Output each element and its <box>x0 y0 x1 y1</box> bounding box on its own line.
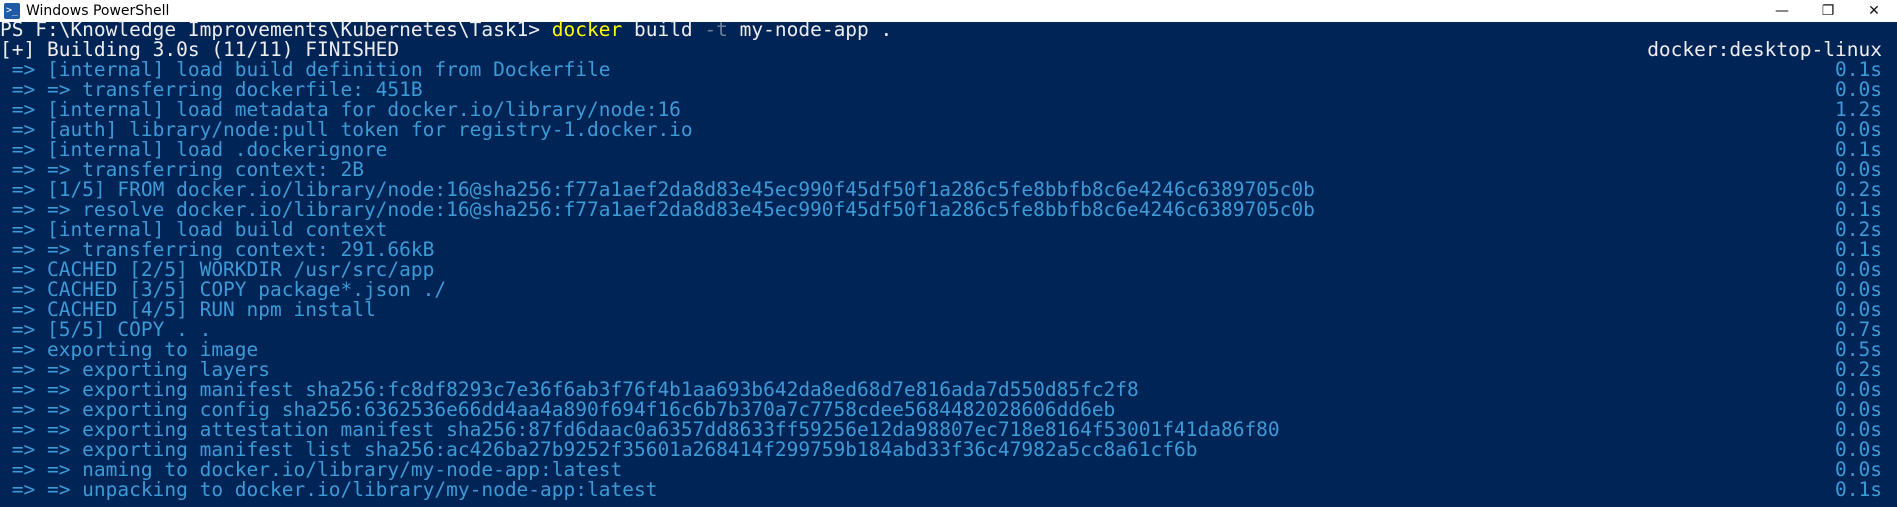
command-arg: my-node-app . <box>727 20 893 41</box>
build-step-time: 0.2s <box>1835 218 1882 241</box>
build-step-time: 0.0s <box>1835 298 1882 321</box>
build-step-time: 0.1s <box>1835 58 1882 81</box>
build-step-line: => [internal] load metadata for docker.i… <box>0 100 1897 120</box>
build-step-line: => [auth] library/node:pull token for re… <box>0 120 1897 140</box>
build-step-line: => CACHED [3/5] COPY package*.json ./0.0… <box>0 280 1897 300</box>
close-button[interactable]: ✕ <box>1851 0 1897 22</box>
prompt-line: PS F:\Knowledge Improvements\Kubernetes\… <box>0 20 1897 40</box>
build-step-time: 0.0s <box>1835 278 1882 301</box>
build-step-line: => CACHED [2/5] WORKDIR /usr/src/app 0.0s <box>0 260 1897 280</box>
build-step-line: => => transferring context: 2B 0.0s <box>0 160 1897 180</box>
build-step-line: => => resolve docker.io/library/node:16@… <box>0 200 1897 220</box>
build-step-time: 1.2s <box>1835 98 1882 121</box>
build-step-time: 0.0s <box>1835 378 1882 401</box>
build-step-line: => [5/5] COPY . . 0.7s <box>0 320 1897 340</box>
powershell-icon: >_ <box>4 3 20 19</box>
build-step-time: 0.0s <box>1835 258 1882 281</box>
build-step-line: => => exporting attestation manifest sha… <box>0 420 1897 440</box>
build-step-time: 0.0s <box>1835 78 1882 101</box>
build-step-time: 0.2s <box>1835 358 1882 381</box>
build-step-line: => => transferring dockerfile: 451B 0.0s <box>0 80 1897 100</box>
terminal-output[interactable]: PS F:\Knowledge Improvements\Kubernetes\… <box>0 20 1897 507</box>
build-step-time: 0.7s <box>1835 318 1882 341</box>
window-title: Windows PowerShell <box>26 3 170 19</box>
build-step-line: => CACHED [4/5] RUN npm install 0.0s <box>0 300 1897 320</box>
build-status-line: [+] Building 3.0s (11/11) FINISHED docker… <box>0 40 1897 60</box>
build-step-time: 0.0s <box>1835 418 1882 441</box>
build-step-line: => exporting to image 0.5s <box>0 340 1897 360</box>
command-name: docker <box>551 20 623 41</box>
build-step-line: => => exporting manifest list sha256:ac4… <box>0 440 1897 460</box>
build-step-line: => => transferring context: 291.66kB 0.1s <box>0 240 1897 260</box>
build-steps: => [internal] load build definition from… <box>0 60 1897 500</box>
build-step-text: => => unpacking to docker.io/library/my-… <box>0 478 658 501</box>
title-bar: >_ Windows PowerShell — ❐ ✕ <box>0 0 1897 22</box>
build-step-line: => => exporting layers 0.2s <box>0 360 1897 380</box>
build-step-line: => [internal] load build context 0.2s <box>0 220 1897 240</box>
maximize-button[interactable]: ❐ <box>1805 0 1851 22</box>
build-step-line: => => naming to docker.io/library/my-nod… <box>0 460 1897 480</box>
minimize-button[interactable]: — <box>1759 0 1805 22</box>
build-step-time: 0.5s <box>1835 338 1882 361</box>
build-step-time: 0.1s <box>1835 478 1882 501</box>
build-step-time: 0.1s <box>1835 138 1882 161</box>
build-step-time: 0.0s <box>1835 118 1882 141</box>
build-step-line: => => exporting manifest sha256:fc8df829… <box>0 380 1897 400</box>
build-step-line: => [1/5] FROM docker.io/library/node:16@… <box>0 180 1897 200</box>
build-step-line: => => exporting config sha256:6362536e66… <box>0 400 1897 420</box>
build-step-time: 0.1s <box>1835 198 1882 221</box>
build-step-time: 0.0s <box>1835 438 1882 461</box>
build-step-time: 0.2s <box>1835 178 1882 201</box>
build-step-time: 0.0s <box>1835 458 1882 481</box>
build-step-time: 0.1s <box>1835 238 1882 261</box>
command-arg: build <box>622 20 705 41</box>
build-step-time: 0.0s <box>1835 158 1882 181</box>
build-step-line: => => unpacking to docker.io/library/my-… <box>0 480 1897 500</box>
build-step-time: 0.0s <box>1835 398 1882 421</box>
command-flag: -t <box>704 20 728 41</box>
build-step-line: => [internal] load .dockerignore 0.1s <box>0 140 1897 160</box>
build-step-line: => [internal] load build definition from… <box>0 60 1897 80</box>
docker-context: docker:desktop-linux <box>1647 38 1882 61</box>
